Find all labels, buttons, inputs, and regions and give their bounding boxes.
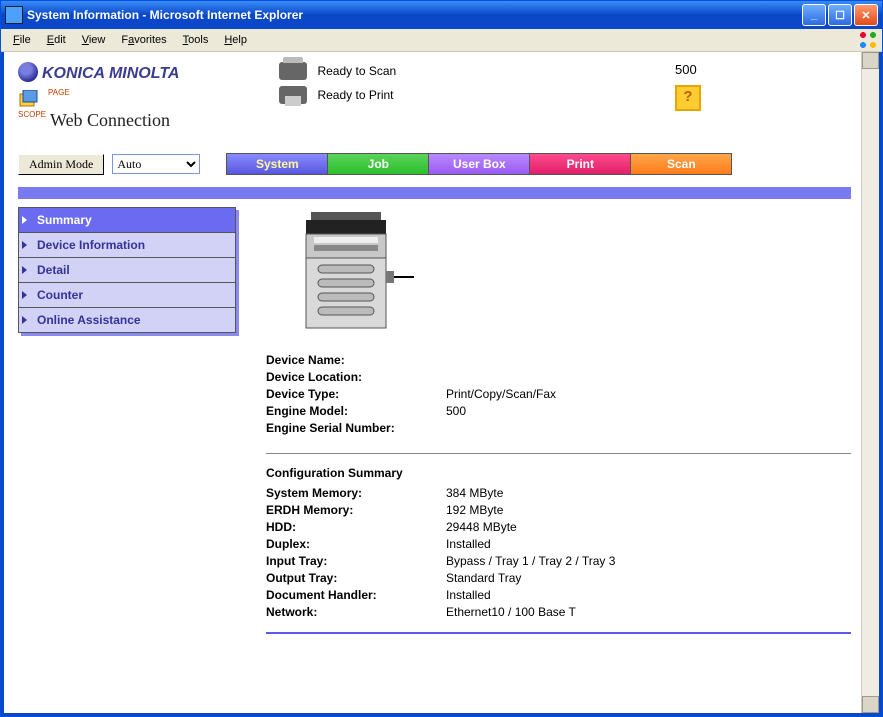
value-network: Ethernet10 / 100 Base T — [446, 605, 576, 619]
sidebar: Summary Device Information Detail Counte… — [18, 207, 236, 333]
sidebar-item-summary[interactable]: Summary — [18, 207, 236, 233]
scroll-up-button[interactable] — [862, 52, 879, 69]
maximize-button[interactable]: ☐ — [828, 4, 852, 26]
refresh-select[interactable]: Auto — [112, 154, 200, 174]
label-device-name: Device Name: — [266, 353, 446, 367]
sidebar-item-device-info[interactable]: Device Information — [18, 233, 236, 258]
tab-userbox[interactable]: User Box — [429, 153, 530, 175]
status-right-column: 500 ? — [675, 62, 851, 111]
value-dochandler: Installed — [446, 588, 491, 602]
pagescope-icon — [18, 90, 40, 110]
admin-mode-button[interactable]: Admin Mode — [18, 154, 104, 175]
label-erdh: ERDH Memory: — [266, 503, 446, 517]
label-duplex: Duplex: — [266, 537, 446, 551]
close-button[interactable]: ✕ — [854, 4, 878, 26]
label-device-location: Device Location: — [266, 370, 446, 384]
tab-scan[interactable]: Scan — [631, 153, 732, 175]
tab-print[interactable]: Print — [530, 153, 631, 175]
status-print: Ready to Print — [317, 88, 393, 102]
label-engine-serial: Engine Serial Number: — [266, 421, 446, 435]
windows-flag-icon — [858, 30, 878, 50]
label-engine-model: Engine Model: — [266, 404, 446, 418]
scroll-down-button[interactable] — [862, 696, 879, 713]
label-outtray: Output Tray: — [266, 571, 446, 585]
menu-tools[interactable]: Tools — [175, 32, 217, 48]
title-bar: System Information - Microsoft Internet … — [1, 1, 882, 29]
menu-help[interactable]: Help — [216, 32, 255, 48]
brand-block: KONICA MINOLTA PAGESCOPE Web Connection — [18, 62, 179, 131]
value-duplex: Installed — [446, 537, 491, 551]
model-number: 500 — [675, 62, 701, 77]
tab-system[interactable]: System — [226, 153, 328, 175]
value-erdh: 192 MByte — [446, 503, 503, 517]
status-scan: Ready to Scan — [317, 64, 396, 78]
label-intray: Input Tray: — [266, 554, 446, 568]
ie-window: System Information - Microsoft Internet … — [0, 0, 883, 717]
label-hdd: HDD: — [266, 520, 446, 534]
label-dochandler: Document Handler: — [266, 588, 446, 602]
value-hdd: 29448 MByte — [446, 520, 517, 534]
sidebar-item-online-assistance[interactable]: Online Assistance — [18, 308, 236, 333]
sidebar-item-detail[interactable]: Detail — [18, 258, 236, 283]
sidebar-item-counter[interactable]: Counter — [18, 283, 236, 308]
value-device-type: Print/Copy/Scan/Fax — [446, 387, 556, 401]
vertical-scrollbar[interactable] — [861, 52, 879, 713]
value-engine-model: 500 — [446, 404, 466, 418]
config-heading: Configuration Summary — [266, 466, 851, 480]
printer-icon — [279, 86, 307, 104]
content-pane: Device Name: Device Location: Device Typ… — [254, 207, 851, 634]
divider-bar — [18, 187, 851, 199]
status-column: Ready to Scan Ready to Print — [279, 62, 396, 110]
tab-job[interactable]: Job — [328, 153, 429, 175]
menu-edit[interactable]: Edit — [39, 32, 74, 48]
page-body: KONICA MINOLTA PAGESCOPE Web Connection — [1, 52, 882, 716]
menu-view[interactable]: View — [74, 32, 114, 48]
label-network: Network: — [266, 605, 446, 619]
app-icon — [5, 6, 23, 24]
scanner-icon — [279, 62, 307, 80]
pagescope-logo: PAGESCOPE Web Connection — [18, 89, 179, 131]
window-title: System Information - Microsoft Internet … — [27, 8, 303, 22]
konica-minolta-logo: KONICA MINOLTA — [18, 62, 179, 83]
value-outtray: Standard Tray — [446, 571, 521, 585]
value-sysmem: 384 MByte — [446, 486, 503, 500]
km-globe-icon — [18, 62, 38, 82]
main-tabs: System Job User Box Print Scan — [226, 153, 732, 175]
menu-file[interactable]: File — [5, 32, 39, 48]
minimize-button[interactable]: _ — [802, 4, 826, 26]
value-intray: Bypass / Tray 1 / Tray 2 / Tray 3 — [446, 554, 615, 568]
label-sysmem: System Memory: — [266, 486, 446, 500]
help-icon[interactable]: ? — [675, 85, 701, 111]
device-illustration — [296, 207, 416, 337]
menu-bar: File Edit View Favorites Tools Help — [1, 29, 882, 52]
menu-favorites[interactable]: Favorites — [113, 32, 174, 48]
label-device-type: Device Type: — [266, 387, 446, 401]
